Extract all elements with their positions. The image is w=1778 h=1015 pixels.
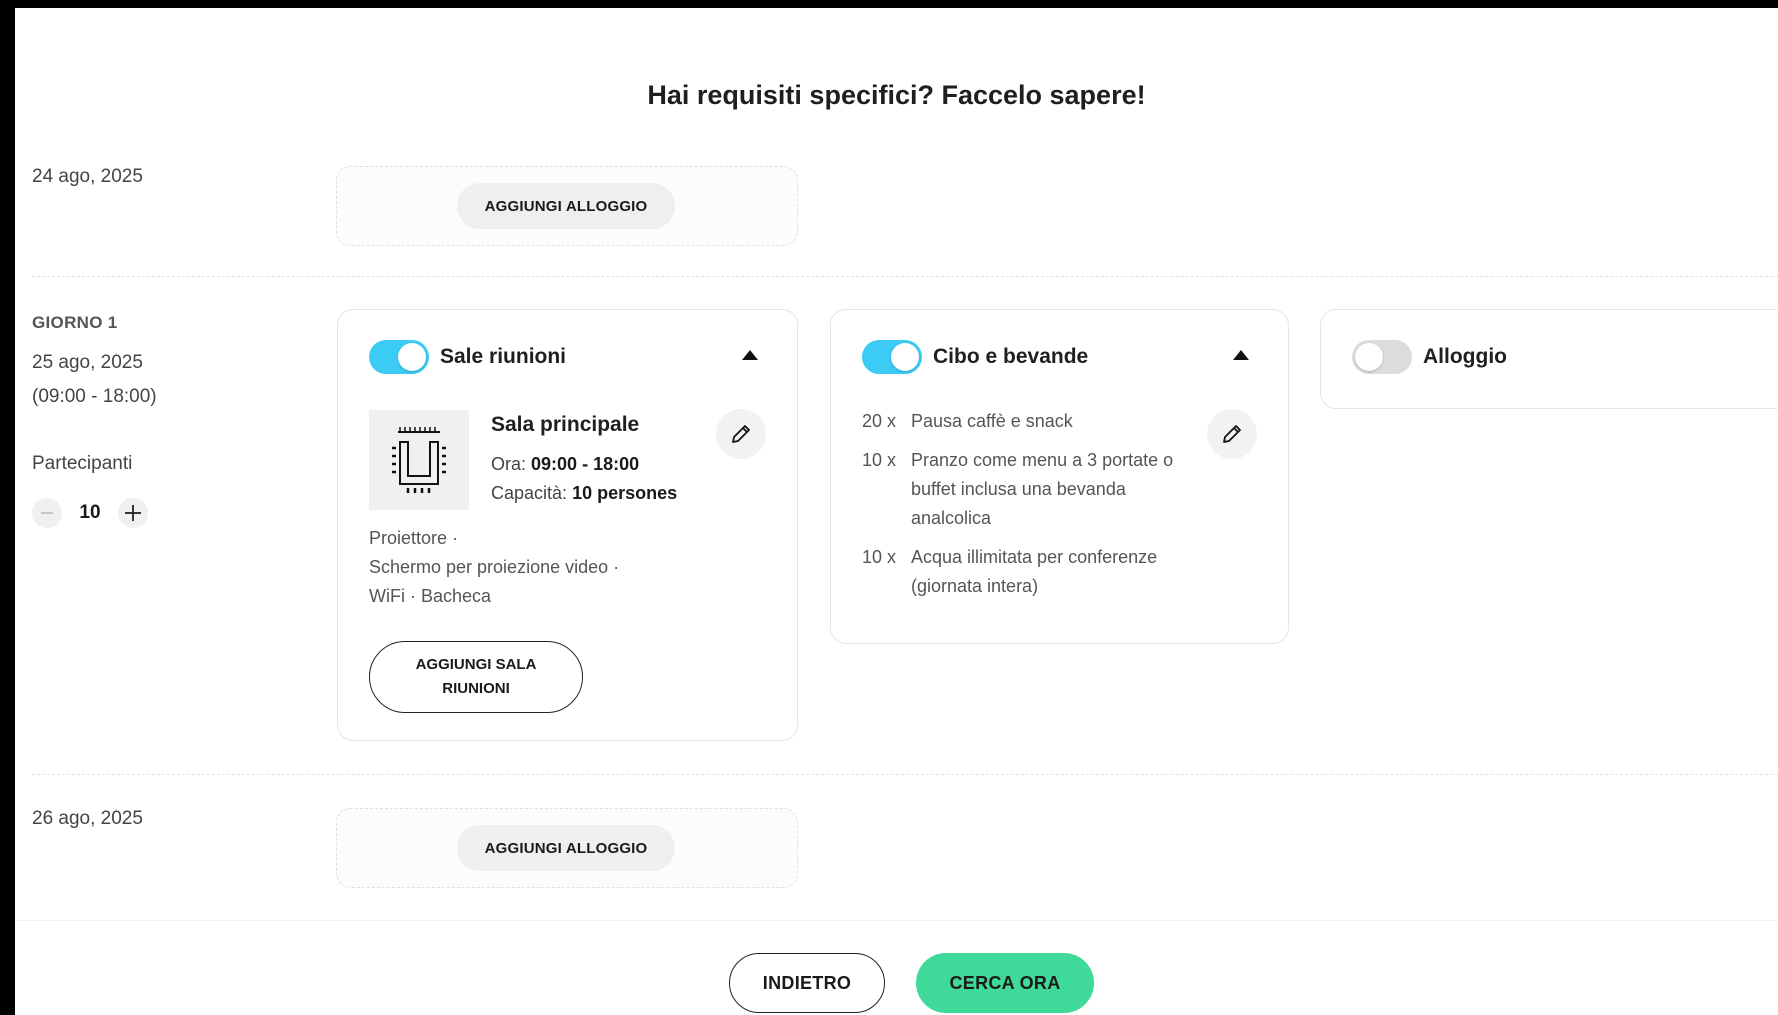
day-label: GIORNO 1	[32, 313, 118, 332]
divider	[32, 774, 1778, 775]
page: Hai requisiti specifici? Faccelo sapere!…	[15, 8, 1778, 1015]
list-item: 10 x Acqua illimitata per conferenze (gio…	[862, 547, 1158, 596]
accommodation-header: Alloggio	[1352, 340, 1507, 374]
pre-day-date: 24 ago, 2025	[32, 166, 143, 187]
room-name: Sala principale	[491, 413, 640, 436]
increment-button[interactable]	[118, 498, 148, 528]
post-day-accommodation-box: AGGIUNGI ALLOGGIO	[336, 808, 798, 888]
room-layout-u-shape-icon	[369, 410, 469, 510]
meeting-rooms-title: Sale riunioni	[440, 345, 567, 368]
food-toggle[interactable]	[862, 340, 922, 374]
collapse-caret-icon[interactable]	[1233, 350, 1249, 360]
add-meeting-room-button[interactable]: AGGIUNGI SALA RIUNIONI	[369, 641, 583, 713]
feature-item: WiFi	[369, 586, 405, 606]
accommodation-card: Alloggio	[1320, 309, 1778, 409]
participants-label: Partecipanti	[32, 453, 133, 474]
add-accommodation-button-pre[interactable]: AGGIUNGI ALLOGGIO	[457, 183, 675, 229]
footer-bar: INDIETRO CERCA ORA	[15, 920, 1778, 1015]
food-card: Cibo e bevande 20 x Pausa caffè e snack 1…	[830, 309, 1289, 644]
plus-icon	[125, 505, 141, 521]
add-accommodation-button-post[interactable]: AGGIUNGI ALLOGGIO	[457, 825, 675, 871]
room-time: Ora: 09:00 - 18:00	[491, 454, 640, 474]
meeting-rooms-toggle[interactable]	[369, 340, 429, 374]
collapse-caret-icon[interactable]	[742, 350, 758, 360]
accommodation-title: Alloggio	[1423, 345, 1507, 368]
day1-date: 25 ago, 2025	[32, 352, 143, 373]
meeting-rooms-header: Sale riunioni	[369, 340, 566, 374]
page-title: Hai requisiti specifici? Faccelo sapere!	[647, 80, 1146, 110]
accommodation-toggle[interactable]	[1352, 340, 1412, 374]
participants-value: 10	[79, 502, 101, 523]
participants-stepper: 10	[32, 498, 148, 528]
list-item: 10 x Pranzo come menu a 3 portate o buffe…	[862, 450, 1174, 528]
edit-room-button[interactable]	[716, 409, 766, 459]
minus-icon	[41, 512, 53, 514]
list-item: 20 x Pausa caffè e snack	[862, 411, 1073, 431]
room-features: Proiettore · Schermo per proiezione vide…	[369, 528, 620, 606]
meeting-rooms-card: Sale riunioni Sala principale Ora: 09:00…	[337, 309, 798, 741]
room-capacity: Capacità: 10 persones	[491, 483, 678, 503]
divider	[32, 276, 1778, 277]
day1-hours: (09:00 - 18:00)	[32, 386, 157, 407]
feature-item: Bacheca	[420, 586, 492, 606]
pencil-icon	[1223, 425, 1241, 443]
post-day-date: 26 ago, 2025	[32, 808, 143, 829]
pencil-icon	[732, 425, 750, 443]
decrement-button[interactable]	[32, 498, 62, 528]
food-title: Cibo e bevande	[933, 345, 1089, 368]
back-button[interactable]: INDIETRO	[729, 953, 885, 1013]
feature-item: Proiettore	[369, 528, 448, 548]
food-list: 20 x Pausa caffè e snack 10 x Pranzo come …	[862, 407, 1202, 611]
search-now-button[interactable]: CERCA ORA	[916, 953, 1094, 1013]
food-header: Cibo e bevande	[862, 340, 1088, 374]
feature-item: Schermo per proiezione video	[369, 557, 609, 577]
pre-day-accommodation-box: AGGIUNGI ALLOGGIO	[336, 166, 798, 246]
edit-food-button[interactable]	[1207, 409, 1257, 459]
